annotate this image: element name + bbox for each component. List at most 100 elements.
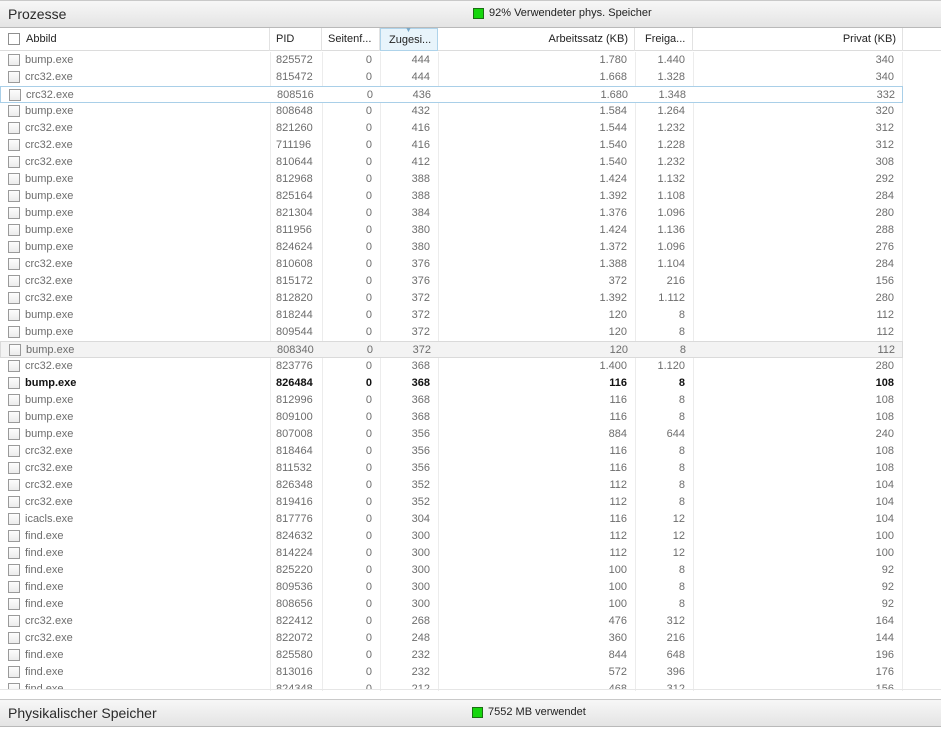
table-row[interactable]: find.exe 808656 0 300 100 8 92 (0, 596, 903, 613)
row-checkbox[interactable] (8, 394, 20, 406)
table-row[interactable]: crc32.exe 808516 0 436 1.680 1.348 332 (0, 86, 903, 103)
cell-privat: 100 (875, 530, 894, 542)
row-checkbox[interactable] (8, 105, 20, 117)
row-checkbox[interactable] (8, 581, 20, 593)
process-table[interactable]: bump.exe 825572 0 444 1.780 1.440 340 crc32.exe… (0, 52, 941, 690)
column-header-freigabe[interactable]: Freiga... (635, 28, 693, 51)
table-row[interactable]: crc32.exe 815472 0 444 1.668 1.328 340 (0, 69, 903, 86)
table-row[interactable]: crc32.exe 812820 0 372 1.392 1.112 280 (0, 290, 903, 307)
table-row[interactable]: crc32.exe 711196 0 416 1.540 1.228 312 (0, 137, 903, 154)
row-checkbox[interactable] (8, 54, 20, 66)
physical-memory-section-header[interactable]: Physikalischer Speicher 7552 MB verwende… (0, 699, 941, 727)
row-checkbox[interactable] (8, 462, 20, 474)
table-row[interactable]: bump.exe 821304 0 384 1.376 1.096 280 (0, 205, 903, 222)
cell-pid: 808656 (276, 598, 313, 610)
cell-privat: 280 (875, 360, 894, 372)
processes-section-header[interactable]: Prozesse 92% Verwendeter phys. Speicher (0, 0, 941, 28)
column-header-arbeitssatz[interactable]: Arbeitssatz (KB) (438, 28, 635, 51)
row-checkbox[interactable] (8, 530, 20, 542)
table-row[interactable]: bump.exe 825164 0 388 1.392 1.108 284 (0, 188, 903, 205)
table-row[interactable]: bump.exe 824624 0 380 1.372 1.096 276 (0, 239, 903, 256)
table-row[interactable]: crc32.exe 822072 0 248 360 216 144 (0, 630, 903, 647)
cell-pid: 815172 (276, 275, 313, 287)
table-row[interactable]: bump.exe 807008 0 356 884 644 240 (0, 426, 903, 443)
row-checkbox[interactable] (8, 207, 20, 219)
row-checkbox[interactable] (8, 190, 20, 202)
cell-abbild: crc32.exe (25, 462, 73, 474)
table-row[interactable]: crc32.exe 810608 0 376 1.388 1.104 284 (0, 256, 903, 273)
table-row[interactable]: crc32.exe 821260 0 416 1.544 1.232 312 (0, 120, 903, 137)
row-checkbox[interactable] (8, 649, 20, 661)
row-checkbox[interactable] (8, 564, 20, 576)
row-checkbox[interactable] (9, 344, 21, 356)
row-checkbox[interactable] (8, 666, 20, 678)
cell-arbeitssatz: 1.424 (599, 173, 627, 185)
row-checkbox[interactable] (8, 258, 20, 270)
table-row[interactable]: find.exe 824632 0 300 112 12 100 (0, 528, 903, 545)
column-header-seitenfehler[interactable]: Seitenf... (322, 28, 380, 51)
table-row[interactable]: crc32.exe 810644 0 412 1.540 1.232 308 (0, 154, 903, 171)
cell-freigabe: 8 (678, 377, 685, 389)
row-checkbox[interactable] (8, 173, 20, 185)
row-checkbox[interactable] (8, 598, 20, 610)
column-header-zugesichert[interactable]: ▼ Zugesi... (380, 27, 438, 51)
row-checkbox[interactable] (8, 156, 20, 168)
column-header-abbild[interactable]: Abbild (0, 28, 270, 51)
row-checkbox[interactable] (8, 615, 20, 627)
table-row[interactable]: find.exe 813016 0 232 572 396 176 (0, 664, 903, 681)
row-checkbox[interactable] (8, 547, 20, 559)
table-row[interactable]: crc32.exe 823776 0 368 1.400 1.120 280 (0, 358, 903, 375)
table-row[interactable]: crc32.exe 822412 0 268 476 312 164 (0, 613, 903, 630)
row-checkbox[interactable] (9, 89, 21, 101)
table-row[interactable]: bump.exe 812996 0 368 116 8 108 (0, 392, 903, 409)
cell-abbild: bump.exe (25, 190, 74, 202)
row-checkbox[interactable] (8, 122, 20, 134)
table-row[interactable]: bump.exe 809544 0 372 120 8 112 (0, 324, 903, 341)
table-row[interactable]: icacls.exe 817776 0 304 116 12 104 (0, 511, 903, 528)
table-row[interactable]: find.exe 825220 0 300 100 8 92 (0, 562, 903, 579)
row-checkbox[interactable] (8, 224, 20, 236)
table-row[interactable]: crc32.exe 826348 0 352 112 8 104 (0, 477, 903, 494)
table-row[interactable]: crc32.exe 811532 0 356 116 8 108 (0, 460, 903, 477)
table-row[interactable]: bump.exe 812968 0 388 1.424 1.132 292 (0, 171, 903, 188)
row-checkbox[interactable] (8, 632, 20, 644)
row-checkbox[interactable] (8, 139, 20, 151)
column-header-privat[interactable]: Privat (KB) (693, 28, 903, 51)
cell-abbild: bump.exe (25, 224, 74, 236)
row-checkbox[interactable] (8, 445, 20, 457)
table-row[interactable]: find.exe 809536 0 300 100 8 92 (0, 579, 903, 596)
table-row[interactable]: bump.exe 818244 0 372 120 8 112 (0, 307, 903, 324)
row-checkbox[interactable] (8, 71, 20, 83)
table-row[interactable]: crc32.exe 815172 0 376 372 216 156 (0, 273, 903, 290)
cell-arbeitssatz: 360 (608, 632, 627, 644)
cell-zugesichert: 384 (411, 207, 430, 219)
cell-pid: 824632 (276, 530, 313, 542)
table-row[interactable]: find.exe 814224 0 300 112 12 100 (0, 545, 903, 562)
row-checkbox[interactable] (8, 292, 20, 304)
table-row[interactable]: bump.exe 808648 0 432 1.584 1.264 320 (0, 103, 903, 120)
row-checkbox[interactable] (8, 377, 20, 389)
row-checkbox[interactable] (8, 275, 20, 287)
row-checkbox[interactable] (8, 360, 20, 372)
row-checkbox[interactable] (8, 496, 20, 508)
cell-freigabe: 1.112 (658, 292, 685, 304)
cell-zugesichert: 368 (411, 394, 430, 406)
column-header-pid[interactable]: PID (270, 28, 322, 51)
cell-zugesichert: 300 (411, 581, 430, 593)
table-row[interactable]: crc32.exe 819416 0 352 112 8 104 (0, 494, 903, 511)
row-checkbox[interactable] (8, 428, 20, 440)
table-row[interactable]: bump.exe 808340 0 372 120 8 112 (0, 341, 903, 358)
row-checkbox[interactable] (8, 479, 20, 491)
row-checkbox[interactable] (8, 411, 20, 423)
table-row[interactable]: crc32.exe 818464 0 356 116 8 108 (0, 443, 903, 460)
table-row[interactable]: bump.exe 809100 0 368 116 8 108 (0, 409, 903, 426)
table-row[interactable]: find.exe 825580 0 232 844 648 196 (0, 647, 903, 664)
table-row[interactable]: bump.exe 811956 0 380 1.424 1.136 288 (0, 222, 903, 239)
row-checkbox[interactable] (8, 309, 20, 321)
row-checkbox[interactable] (8, 326, 20, 338)
table-row[interactable]: bump.exe 826484 0 368 116 8 108 (0, 375, 903, 392)
cell-privat: 104 (875, 496, 894, 508)
row-checkbox[interactable] (8, 513, 20, 525)
table-row[interactable]: bump.exe 825572 0 444 1.780 1.440 340 (0, 52, 903, 69)
row-checkbox[interactable] (8, 241, 20, 253)
